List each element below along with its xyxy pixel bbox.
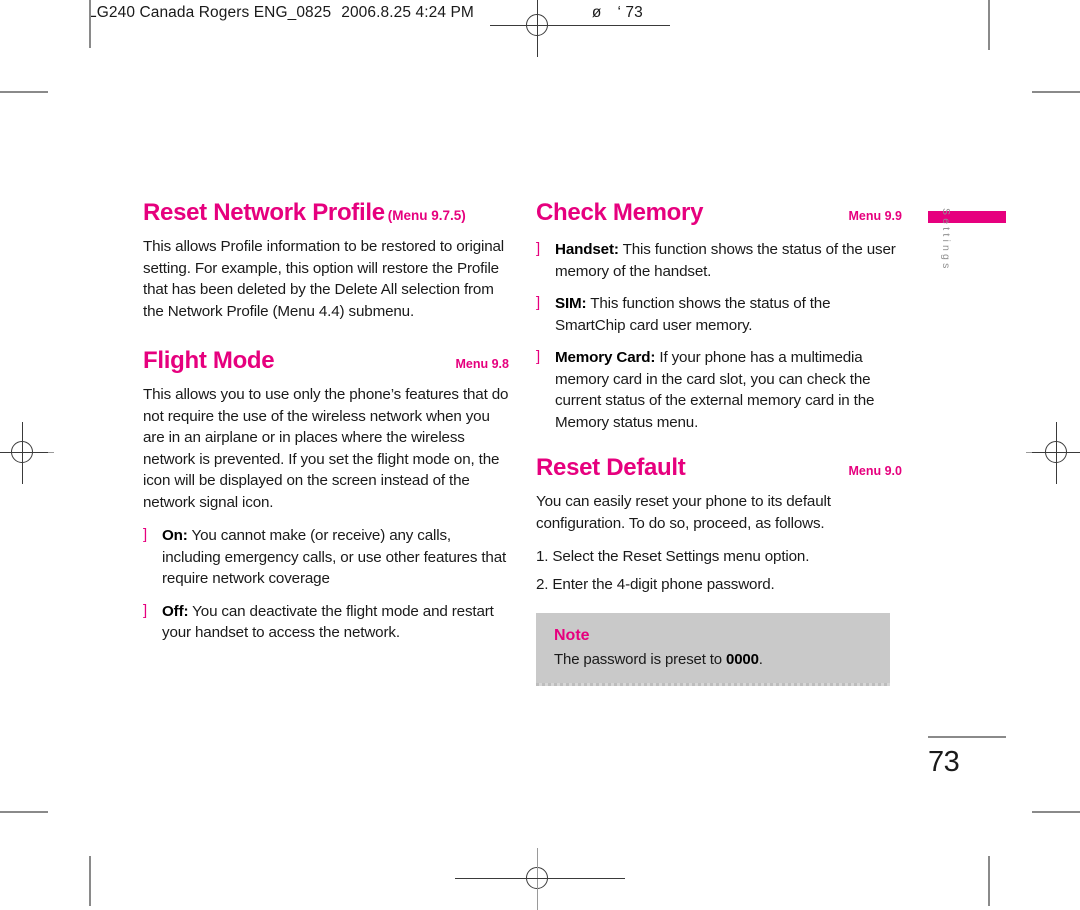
note-bottom-rule — [536, 683, 890, 687]
heading-check-memory: Check Memory — [536, 199, 704, 226]
paragraph-reset-network-profile: This allows Profile information to be re… — [143, 238, 505, 320]
note-body: The password is preset to 0000. — [554, 649, 872, 670]
section-check-memory: Check Memory Menu 9.9 ] Handset: This fun… — [536, 200, 902, 433]
left-column: Reset Network Profile (Menu 9.7.5) This a… — [143, 200, 509, 644]
bullet-term: Handset: — [555, 241, 619, 259]
paragraph-reset-default: You can easily reset your phone to its d… — [536, 493, 831, 532]
list-item: ] On: You cannot make (or receive) any ca… — [143, 525, 509, 590]
note-text-before: The password is preset to — [554, 651, 727, 669]
heading-flight-mode: Flight Mode — [143, 347, 275, 375]
bullet-term: On: — [162, 527, 188, 545]
note-password-value: 0000 — [726, 651, 759, 669]
bullet-text: This function shows the status of the Sm… — [555, 295, 831, 334]
page-number: 73 — [928, 746, 960, 778]
steps-list-reset-default: 1. Select the Reset Settings menu option… — [536, 546, 902, 595]
heading-reset-network-profile: Reset Network Profile (Menu 9.7.5) — [143, 200, 509, 225]
list-item: 1. Select the Reset Settings menu option… — [536, 548, 810, 566]
list-item: ] Off: You can deactivate the flight mode… — [143, 601, 509, 644]
heading-row-reset-default: Reset Default Menu 9.0 — [536, 455, 902, 480]
heading-row-flight-mode: Flight Mode Menu 9.8 — [143, 348, 509, 373]
bullet-list-flight-mode: ] On: You cannot make (or receive) any ca… — [143, 525, 509, 644]
section-tab-label: Settings — [940, 208, 952, 272]
bullet-term: SIM: — [555, 295, 587, 313]
menu-reference-check-memory: Menu 9.9 — [848, 209, 903, 223]
heading-row-check-memory: Check Memory Menu 9.9 — [536, 200, 902, 225]
bullet-term: Memory Card: — [555, 349, 656, 367]
note-text-after: . — [758, 651, 763, 669]
note-title: Note — [554, 627, 590, 645]
menu-reference-inline: (Menu 9.7.5) — [387, 208, 466, 223]
bullet-marker-icon: ] — [536, 240, 541, 258]
note-box: Note The password is preset to 0000. — [536, 613, 890, 687]
page-number-rule — [928, 736, 1006, 738]
bullet-term: Off: — [162, 602, 189, 620]
list-item: 2. Enter the 4-digit phone password. — [536, 575, 775, 593]
menu-reference-reset-default: Menu 9.0 — [848, 464, 903, 479]
heading-reset-default: Reset Default — [536, 454, 686, 482]
section-reset-default: Reset Default Menu 9.0 You can easily re… — [536, 455, 902, 687]
bullet-marker-icon: ] — [536, 294, 541, 312]
bullet-list-check-memory: ] Handset: This function shows the status… — [536, 239, 902, 433]
right-column: Check Memory Menu 9.9 ] Handset: This fun… — [536, 200, 902, 687]
bullet-marker-icon: ] — [536, 348, 541, 366]
heading-text: Reset Network Profile — [143, 199, 385, 226]
manual-page: Reset Network Profile (Menu 9.7.5) This a… — [0, 0, 1080, 906]
section-flight-mode: Flight Mode Menu 9.8 This allows you to … — [143, 348, 509, 644]
paragraph-flight-mode: This allows you to use only the phone’s … — [143, 386, 509, 511]
bullet-text: You can deactivate the flight mode and r… — [162, 602, 494, 642]
bullet-text: You cannot make (or receive) any calls, … — [162, 527, 507, 588]
list-item: ] SIM: This function shows the status of … — [536, 293, 902, 336]
list-item: ] Handset: This function shows the status… — [536, 239, 902, 282]
list-item: ] Memory Card: If your phone has a multim… — [536, 347, 902, 433]
section-reset-network-profile: Reset Network Profile (Menu 9.7.5) This a… — [143, 200, 509, 322]
bullet-marker-icon: ] — [143, 601, 148, 619]
bullet-marker-icon: ] — [143, 526, 148, 544]
menu-reference-flight-mode: Menu 9.8 — [455, 357, 510, 372]
